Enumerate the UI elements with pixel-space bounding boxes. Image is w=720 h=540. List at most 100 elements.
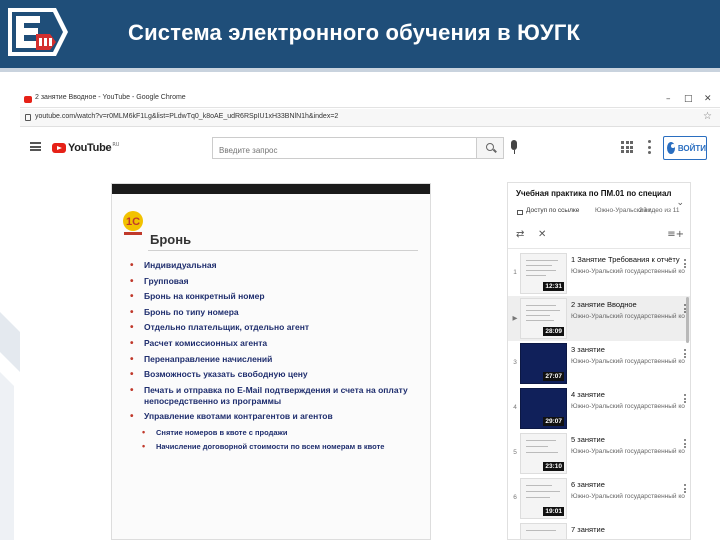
minimize-icon[interactable]: – [666, 94, 671, 105]
bullet-item: Перенаправление начислений [130, 354, 426, 365]
thumbnail-text-line [526, 270, 556, 271]
svg-text:1С: 1С [126, 216, 140, 228]
maximize-icon[interactable]: □ [684, 94, 693, 105]
sub-bullet-item: Начисление договорной стоимости по всем … [130, 441, 426, 452]
decorative-side-stripe [0, 312, 20, 540]
youtube-logo[interactable]: YouTube RU [52, 142, 119, 154]
playlist-item-title: 2 занятие Вводное [571, 300, 637, 309]
loop-icon[interactable]: ⇄ [516, 229, 524, 240]
more-options-icon[interactable] [648, 140, 651, 154]
playlist-item-index: 6 [513, 494, 517, 501]
playlist-item[interactable]: 3 27:07 3 занятие Южно-Уральский государ… [508, 341, 690, 386]
thumbnail-text-line [526, 310, 560, 311]
item-menu-icon[interactable] [684, 484, 686, 493]
thumbnail-text-line [526, 315, 550, 316]
item-menu-icon[interactable] [684, 394, 686, 403]
playlist-item-active[interactable]: ▶ 28:09 2 занятие Вводное Южно-Уральский… [508, 296, 690, 341]
search-input[interactable] [213, 140, 476, 161]
playlist-title[interactable]: Учебная практика по ПМ.01 по специальнос… [516, 189, 672, 198]
microphone-icon[interactable] [511, 140, 517, 154]
youtube-masthead: YouTube RU ВОЙТИ [20, 128, 720, 168]
apps-grid-icon[interactable] [621, 141, 633, 153]
video-thumbnail: 12:31 [520, 253, 567, 294]
youtube-logo-text: YouTube [68, 142, 112, 154]
slide-header: Система электронного обучения в ЮУГК [0, 0, 720, 68]
shuffle-icon[interactable]: ✕ [538, 229, 546, 240]
header-divider [0, 68, 720, 72]
item-menu-icon[interactable] [684, 349, 686, 358]
sub-bullet-item: Снятие номеров в квоте с продажи [130, 427, 426, 438]
youtube-region-label: RU [112, 142, 120, 148]
video-duration: 12:31 [543, 282, 564, 291]
playlist-header: Учебная практика по ПМ.01 по специальнос… [508, 183, 690, 249]
bullet-item: Индивидуальная [130, 260, 426, 271]
bullet-item: Печать и отправка по E-Mail подтверждени… [130, 385, 426, 407]
playlist-item[interactable]: 5 23:10 5 занятие Южно-Уральский государ… [508, 431, 690, 476]
menu-icon[interactable] [30, 142, 41, 151]
youtube-play-icon [52, 143, 66, 153]
thumbnail-text-line [526, 320, 554, 321]
youtube-favicon-icon [24, 96, 32, 103]
video-duration: 19:01 [543, 507, 564, 516]
signin-label: ВОЙТИ [677, 143, 706, 153]
bookmark-star-icon[interactable]: ☆ [703, 111, 712, 122]
playlist-item[interactable]: 4 29:07 4 занятие Южно-Уральский государ… [508, 386, 690, 431]
playlist-item-title: 3 занятие [571, 345, 605, 354]
signin-button[interactable]: ВОЙТИ [663, 136, 707, 160]
playlist-panel: Учебная практика по ПМ.01 по специальнос… [507, 182, 691, 540]
bullet-item: Групповая [130, 276, 426, 287]
thumbnail-text-line [526, 446, 548, 447]
video-duration: 28:09 [543, 327, 564, 336]
video-thumbnail: 27:07 [520, 343, 567, 384]
close-icon[interactable]: ✕ [704, 94, 712, 105]
playlist-item[interactable]: 6 19:01 6 занятие Южно-Уральский государ… [508, 476, 690, 521]
playlist-count: 2 видео из 11 [639, 207, 680, 214]
bullet-item: Бронь на конкретный номер [130, 291, 426, 302]
thumbnail-text-line [526, 491, 560, 492]
playlist-scrollbar[interactable] [686, 297, 689, 343]
playlist-item-index: 1 [513, 269, 517, 276]
playlist-item-channel: Южно-Уральский государственный ко... [571, 358, 685, 365]
playlist-item-title: 5 занятие [571, 435, 605, 444]
bullet-item: Управление квотами контрагентов и агенто… [130, 411, 426, 422]
video-thumbnail: 19:01 [520, 478, 567, 519]
search-button[interactable] [476, 137, 504, 159]
search-box [212, 137, 476, 161]
video-duration: 23:10 [543, 462, 564, 471]
playlist-item-index: 3 [513, 359, 517, 366]
playlist-items: 1 12:31 1 Занятие Требования к отчёту Юж… [508, 251, 690, 539]
video-duration: 27:07 [543, 372, 564, 381]
playlist-item[interactable]: 7 7 занятие [508, 521, 690, 539]
playlist-item-index: 5 [513, 449, 517, 456]
heading-underline [148, 250, 418, 251]
browser-window: 2 занятие Вводное - YouTube - Google Chr… [20, 92, 720, 540]
thumbnail-text-line [526, 275, 546, 276]
playlist-item-channel: Южно-Уральский государственный ко... [571, 313, 685, 320]
user-icon [667, 142, 675, 154]
thumbnail-text-line [526, 305, 556, 306]
playlist-item-channel: Южно-Уральский государственный ко... [571, 448, 685, 455]
thumbnail-text-line [526, 265, 552, 266]
thumbnail-text-line [526, 440, 556, 441]
url-text[interactable]: youtube.com/watch?v=r0MLM6kF1Lg&list=PLd… [35, 113, 338, 120]
save-playlist-icon[interactable]: ≡+ [667, 229, 684, 240]
video-player[interactable]: 1С Бронь Индивидуальная Групповая Бронь … [111, 183, 431, 540]
playlist-item-channel: Южно-Уральский государственный ко... [571, 493, 685, 500]
thumbnail-text-line [526, 497, 550, 498]
playlist-item[interactable]: 1 12:31 1 Занятие Требования к отчёту Юж… [508, 251, 690, 296]
video-bullet-list: Индивидуальная Групповая Бронь на конкре… [130, 260, 426, 455]
item-menu-icon[interactable] [684, 439, 686, 448]
item-menu-icon[interactable] [684, 259, 686, 268]
playlist-item-channel: Южно-Уральский государственный ко... [571, 268, 685, 275]
bullet-item: Бронь по типу номера [130, 307, 426, 318]
1c-logo: 1С [123, 211, 143, 235]
bullet-item: Расчет комиссионных агента [130, 338, 426, 349]
video-thumbnail: 28:09 [520, 298, 567, 339]
thumbnail-text-line [526, 260, 558, 261]
video-top-bar [112, 184, 430, 194]
playlist-item-title: 6 занятие [571, 480, 605, 489]
playlist-item-index: 4 [513, 404, 517, 411]
video-duration: 29:07 [543, 417, 564, 426]
college-logo [8, 8, 68, 56]
address-bar[interactable]: youtube.com/watch?v=r0MLM6kF1Lg&list=PLd… [20, 109, 720, 127]
